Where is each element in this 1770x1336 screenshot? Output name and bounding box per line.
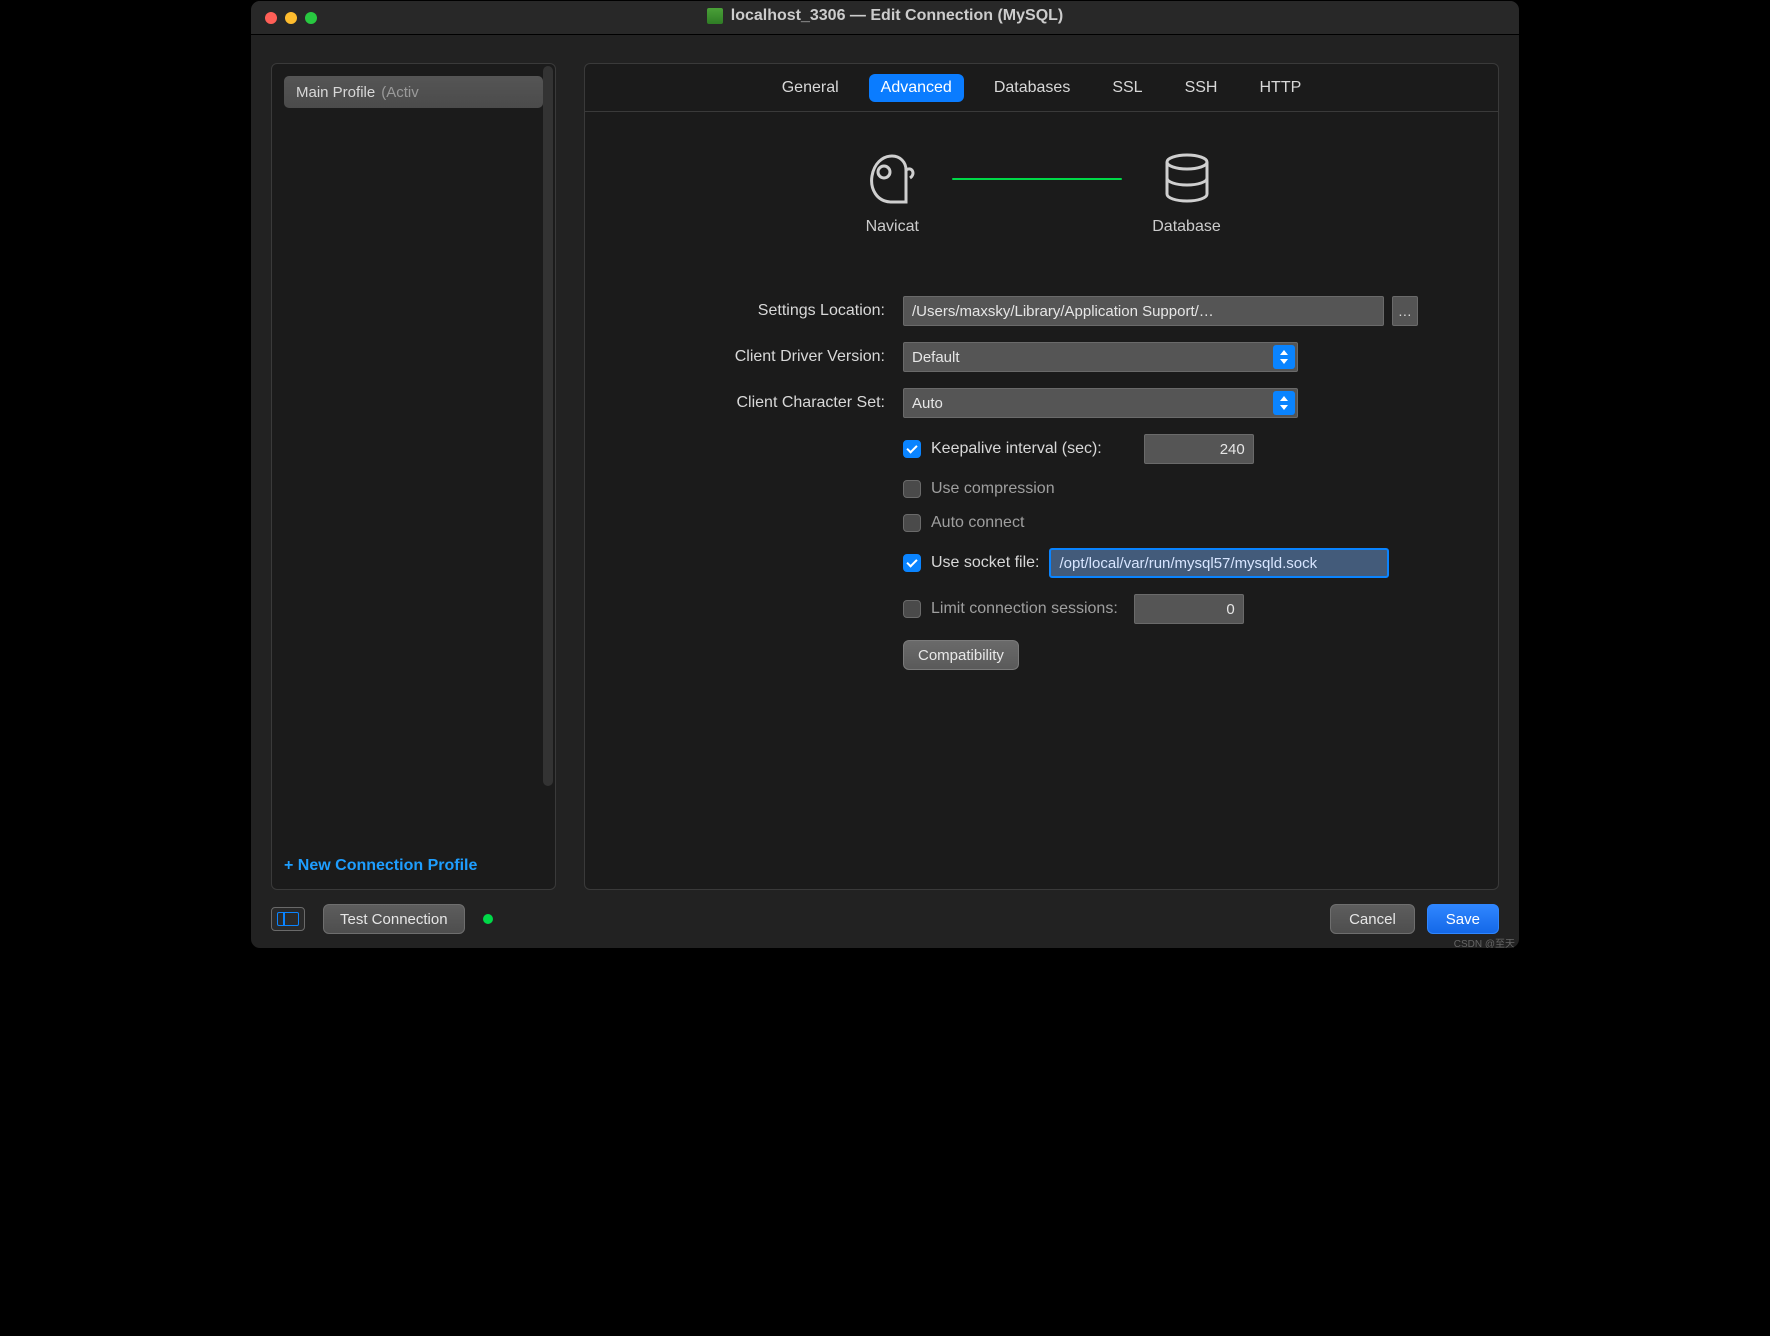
titlebar: localhost_3306 — Edit Connection (MySQL): [251, 1, 1519, 35]
diagram-navicat-label: Navicat: [866, 218, 919, 236]
tab-http[interactable]: HTTP: [1247, 74, 1313, 102]
tab-databases[interactable]: Databases: [982, 74, 1083, 102]
profiles-sidebar: Main Profile (Activ + New Connection Pro…: [271, 63, 556, 890]
limit-sessions-label: Limit connection sessions:: [931, 600, 1118, 618]
navicat-icon: [707, 8, 723, 24]
profile-list: Main Profile (Activ: [272, 64, 555, 843]
dialog-body: Main Profile (Activ + New Connection Pro…: [251, 35, 1519, 890]
profile-name: Main Profile: [296, 84, 375, 101]
limit-sessions-row: Limit connection sessions:: [903, 594, 1418, 624]
diagram-connection-line: [952, 178, 1122, 180]
auto-connect-checkbox[interactable]: [903, 514, 921, 532]
client-driver-label: Client Driver Version:: [665, 348, 885, 366]
connection-diagram: Navicat Database: [665, 152, 1418, 236]
charset-value: Auto: [912, 395, 943, 412]
save-button[interactable]: Save: [1427, 904, 1499, 934]
limit-sessions-input[interactable]: [1134, 594, 1244, 624]
watermark: CSDN @至天: [1454, 935, 1515, 949]
settings-location-label: Settings Location:: [665, 302, 885, 320]
advanced-tab-content: Navicat Database Settings Location:: [585, 112, 1498, 889]
settings-location-input[interactable]: [903, 296, 1384, 326]
minimize-window-button[interactable]: [285, 12, 297, 24]
toggle-sidebar-button[interactable]: [271, 907, 305, 931]
cancel-button[interactable]: Cancel: [1330, 904, 1415, 934]
profile-state: (Activ: [381, 84, 419, 101]
profile-item-main[interactable]: Main Profile (Activ: [284, 76, 543, 108]
auto-connect-label: Auto connect: [931, 514, 1024, 532]
keepalive-checkbox[interactable]: [903, 440, 921, 458]
maximize-window-button[interactable]: [305, 12, 317, 24]
test-connection-button[interactable]: Test Connection: [323, 904, 465, 934]
auto-connect-row: Auto connect: [903, 514, 1418, 532]
close-window-button[interactable]: [265, 12, 277, 24]
sidebar-footer: + New Connection Profile: [272, 843, 555, 889]
dialog-footer: Test Connection Cancel Save: [251, 890, 1519, 948]
compression-row: Use compression: [903, 480, 1418, 498]
socket-label: Use socket file:: [931, 554, 1039, 572]
limit-sessions-checkbox[interactable]: [903, 600, 921, 618]
keepalive-label: Keepalive interval (sec):: [931, 440, 1102, 458]
compression-label: Use compression: [931, 480, 1055, 498]
keepalive-interval-input[interactable]: [1144, 434, 1254, 464]
sidebar-scrollbar[interactable]: [543, 66, 553, 785]
diagram-navicat: Navicat: [862, 152, 922, 236]
chevron-updown-icon: [1273, 345, 1295, 369]
advanced-form: Settings Location: … Client Driver Versi…: [665, 296, 1418, 670]
diagram-database: Database: [1152, 152, 1221, 236]
client-driver-value: Default: [912, 349, 960, 366]
compression-checkbox[interactable]: [903, 480, 921, 498]
navicat-app-icon: [862, 152, 922, 204]
charset-select[interactable]: Auto: [903, 388, 1298, 418]
window-controls: [265, 12, 317, 24]
tab-advanced[interactable]: Advanced: [869, 74, 964, 102]
chevron-updown-icon: [1273, 391, 1295, 415]
keepalive-row: Keepalive interval (sec):: [903, 434, 1418, 464]
tab-ssl[interactable]: SSL: [1100, 74, 1154, 102]
charset-label: Client Character Set:: [665, 394, 885, 412]
edit-connection-window: localhost_3306 — Edit Connection (MySQL)…: [250, 0, 1520, 949]
tab-general[interactable]: General: [770, 74, 851, 102]
client-driver-select[interactable]: Default: [903, 342, 1298, 372]
compatibility-button[interactable]: Compatibility: [903, 640, 1019, 670]
main-panel: General Advanced Databases SSL SSH HTTP …: [584, 63, 1499, 890]
new-connection-profile-button[interactable]: + New Connection Profile: [284, 857, 543, 875]
socket-checkbox[interactable]: [903, 554, 921, 572]
window-title: localhost_3306 — Edit Connection (MySQL): [731, 7, 1064, 25]
connection-status-indicator: [483, 914, 493, 924]
tabs: General Advanced Databases SSL SSH HTTP: [585, 64, 1498, 112]
tab-ssh[interactable]: SSH: [1173, 74, 1230, 102]
diagram-database-label: Database: [1152, 218, 1221, 236]
database-icon: [1157, 152, 1217, 204]
settings-location-browse-button[interactable]: …: [1392, 296, 1418, 326]
socket-file-input[interactable]: [1049, 548, 1389, 578]
socket-row: Use socket file:: [903, 548, 1418, 578]
